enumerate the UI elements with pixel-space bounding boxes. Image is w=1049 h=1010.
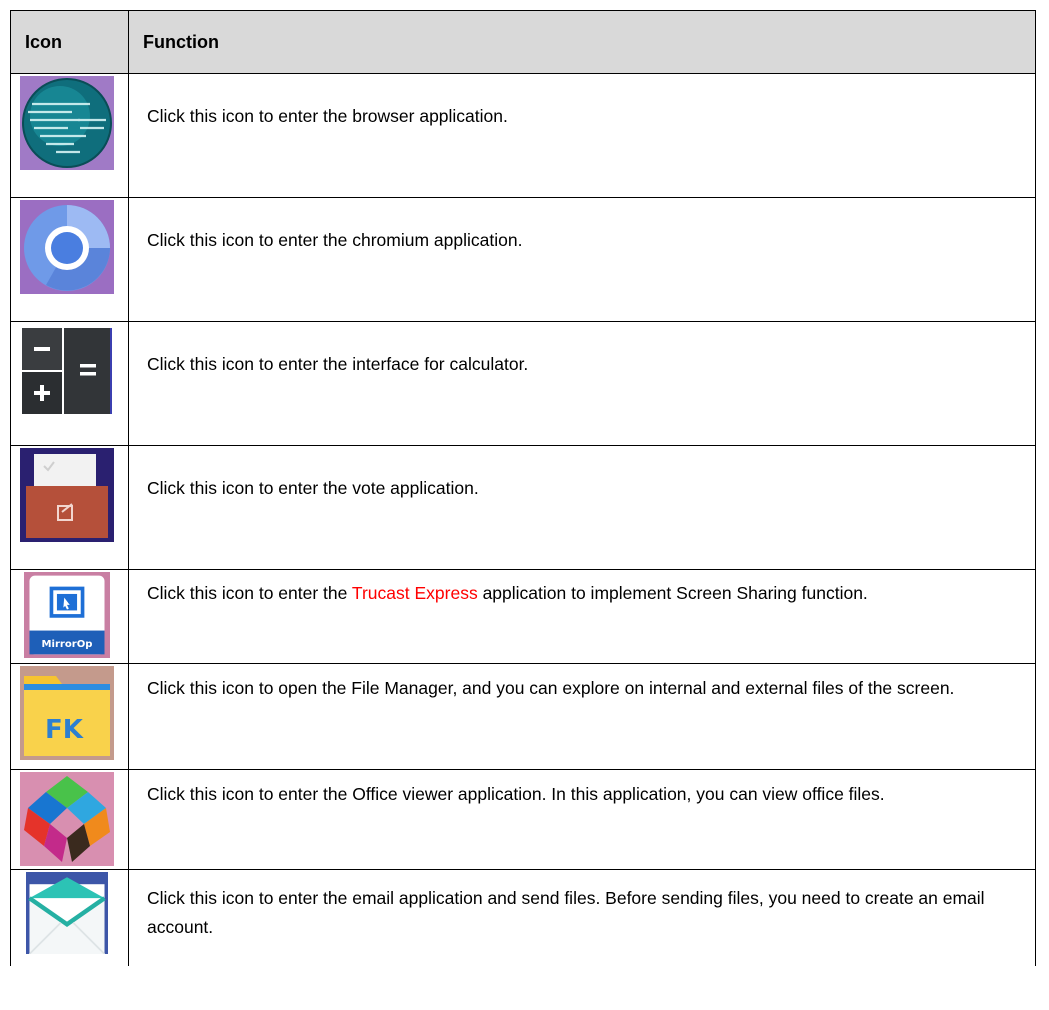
icon-cell: MirrorOp — [10, 569, 129, 664]
icon-cell — [10, 73, 129, 198]
table-row: Click this icon to enter the email appli… — [10, 869, 1036, 966]
table-row: FK Click this icon to open the File Mana… — [10, 663, 1036, 770]
function-cell: Click this icon to enter the interface f… — [128, 321, 1036, 446]
function-cell: Click this icon to enter the vote applic… — [128, 445, 1036, 570]
function-column-header: Function — [128, 10, 1036, 74]
email-icon — [26, 872, 108, 954]
globe-icon — [20, 76, 114, 170]
table-row: Click this icon to enter the browser app… — [10, 73, 1036, 198]
table-row: Click this icon to enter the interface f… — [10, 321, 1036, 446]
function-cell: Click this icon to open the File Manager… — [128, 663, 1036, 770]
office-viewer-icon — [20, 772, 114, 866]
mirrorop-caption: MirrorOp — [42, 639, 93, 650]
table-header-row: Icon Function — [10, 10, 1036, 74]
function-cell: Click this icon to enter the browser app… — [128, 73, 1036, 198]
vote-icon — [20, 448, 114, 542]
table-row: Click this icon to enter the Office view… — [10, 769, 1036, 870]
function-cell: Click this icon to enter the Office view… — [128, 769, 1036, 870]
table-row: MirrorOp Click this icon to enter the Tr… — [10, 569, 1036, 664]
icon-function-table: Icon Function Click this icon to enter t… — [10, 10, 1036, 966]
table-row: Click this icon to enter the chromium ap… — [10, 197, 1036, 322]
trucast-express-link[interactable]: Trucast Express — [352, 583, 478, 603]
function-cell: Click this icon to enter the email appli… — [128, 869, 1036, 966]
function-cell: Click this icon to enter the Trucast Exp… — [128, 569, 1036, 664]
table-row: Click this icon to enter the vote applic… — [10, 445, 1036, 570]
icon-cell — [10, 869, 129, 966]
icon-cell — [10, 197, 129, 322]
icon-cell — [10, 769, 129, 870]
icon-cell: FK — [10, 663, 129, 770]
chromium-icon — [20, 200, 114, 294]
file-manager-icon: FK — [20, 666, 114, 760]
mirrorop-icon: MirrorOp — [24, 572, 110, 658]
icon-column-header: Icon — [10, 10, 129, 74]
icon-cell — [10, 445, 129, 570]
calculator-icon — [20, 324, 114, 418]
icon-cell — [10, 321, 129, 446]
function-cell: Click this icon to enter the chromium ap… — [128, 197, 1036, 322]
file-manager-caption: FK — [45, 715, 84, 745]
